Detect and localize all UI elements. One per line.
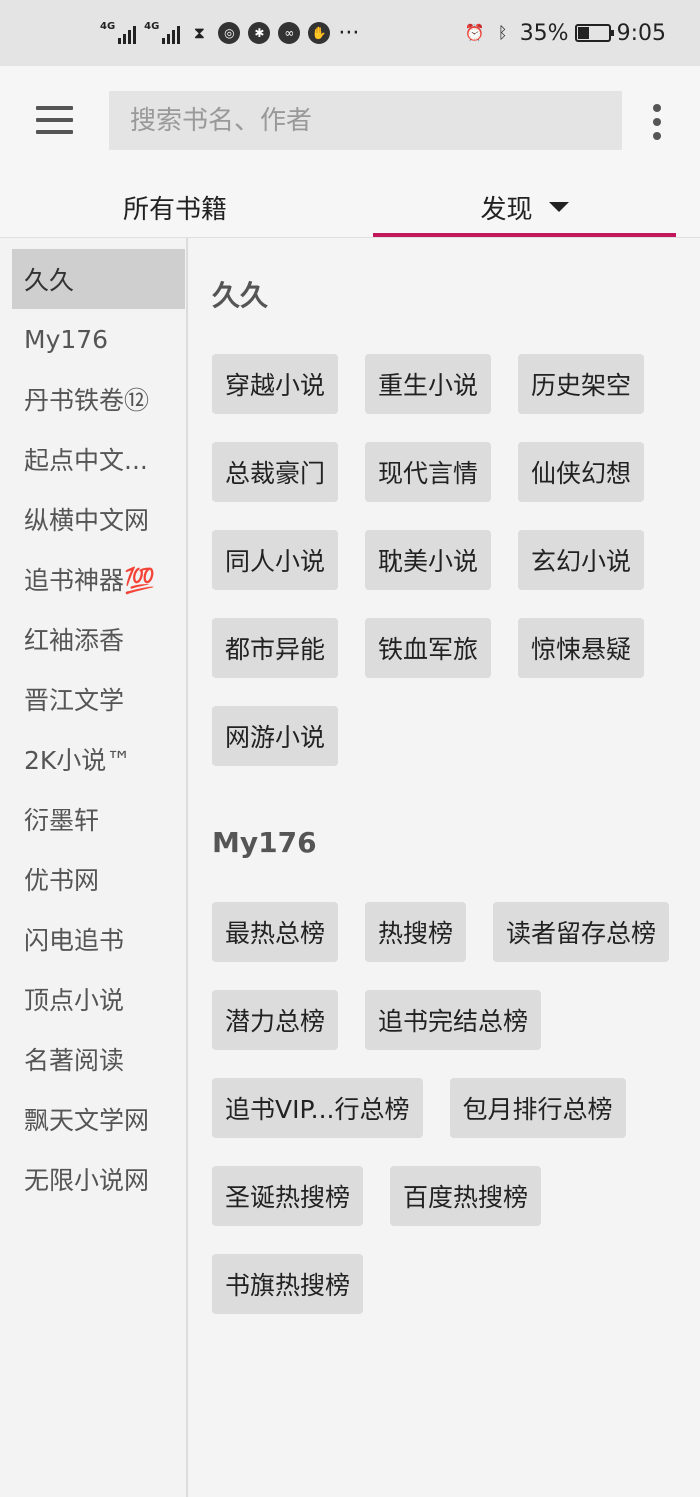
- sidebar-item[interactable]: 丹书铁卷⑫: [0, 369, 186, 429]
- tab-discover-label: 发现: [480, 194, 533, 225]
- category-content: 久久穿越小说 重生小说 历史架空总裁豪门 现代言情 仙侠幻想同人小说 耽美小说 玄幻小说都市…: [190, 238, 700, 1497]
- sidebar-item[interactable]: 红袖添香: [0, 609, 186, 669]
- tab-all-books[interactable]: 所有书籍: [0, 176, 350, 238]
- category-chip[interactable]: 穿越小说: [212, 354, 339, 414]
- sidebar-item[interactable]: 无限小说网: [0, 1149, 186, 1209]
- sidebar-item[interactable]: 优书网: [0, 849, 186, 909]
- status-bar: 4G 4G ⧗ ◎ ✱ ∞ ✋ ··· ⏰ ᛒ 35% 9:05: [0, 0, 700, 66]
- hand-icon: ✋: [308, 22, 331, 44]
- bluetooth-icon: ᛒ: [497, 23, 508, 42]
- category-chip[interactable]: 网游小说: [212, 706, 339, 766]
- category-chip[interactable]: 惊悚悬疑: [518, 618, 645, 678]
- category-chip[interactable]: 圣诞热搜榜: [212, 1166, 364, 1226]
- signal-icon: 4G: [144, 22, 181, 44]
- status-icons-left: 4G 4G ⧗ ◎ ✱ ∞ ✋ ···: [100, 21, 359, 46]
- sidebar-item[interactable]: 晋江文学: [0, 669, 186, 729]
- category-chip[interactable]: 最热总榜: [212, 902, 339, 962]
- category-chip[interactable]: 追书完结总榜: [365, 990, 542, 1050]
- battery-icon: [574, 24, 614, 42]
- category-chip[interactable]: 重生小说: [365, 354, 492, 414]
- chip-group: 穿越小说 重生小说 历史架空总裁豪门 现代言情 仙侠幻想同人小说 耽美小说 玄幻小说都市异能…: [212, 354, 682, 766]
- category-chip[interactable]: 同人小说: [212, 530, 339, 590]
- category-chip[interactable]: 百度热搜榜: [390, 1166, 542, 1226]
- search-input[interactable]: [109, 91, 622, 150]
- notification-icon: ✱: [248, 22, 271, 44]
- status-icons-right: ⏰ ᛒ 35% 9:05: [464, 21, 666, 46]
- browser-icon: ◎: [218, 22, 241, 44]
- toolbar: [0, 66, 700, 176]
- sidebar-item[interactable]: 纵横中文网: [0, 489, 186, 549]
- more-options-icon[interactable]: [650, 104, 664, 140]
- category-chip[interactable]: 热搜榜: [365, 902, 467, 962]
- tab-bar: 所有书籍 发现: [0, 176, 700, 238]
- sidebar-item[interactable]: 追书神器💯: [0, 549, 186, 609]
- category-chip[interactable]: 现代言情: [365, 442, 492, 502]
- tab-all-books-label: 所有书籍: [122, 194, 227, 225]
- dropdown-caret-icon[interactable]: [548, 202, 569, 212]
- sidebar-item[interactable]: 衍墨轩: [0, 789, 186, 849]
- section-title: My176: [212, 825, 317, 859]
- sidebar-item[interactable]: 顶点小说: [0, 969, 186, 1029]
- chip-group: 最热总榜 热搜榜 读者留存总榜潜力总榜 追书完结总榜追书VIP...行总榜 包月排行总榜…: [212, 902, 682, 1314]
- tab-indicator: [373, 233, 676, 237]
- category-chip[interactable]: 都市异能: [212, 618, 339, 678]
- sidebar-item[interactable]: 2K小说™: [0, 729, 186, 789]
- category-chip[interactable]: 历史架空: [518, 354, 645, 414]
- sidebar-item[interactable]: 闪电追书: [0, 909, 186, 969]
- category-chip[interactable]: 读者留存总榜: [493, 902, 670, 962]
- section-title: 久久: [212, 279, 269, 312]
- category-chip[interactable]: 追书VIP...行总榜: [212, 1078, 423, 1138]
- category-chip[interactable]: 包月排行总榜: [449, 1078, 626, 1138]
- battery-percent: 35%: [519, 20, 569, 46]
- sidebar-item[interactable]: 起点中文...: [0, 429, 186, 489]
- category-chip[interactable]: 仙侠幻想: [518, 442, 645, 502]
- category-chip[interactable]: 总裁豪门: [212, 442, 339, 502]
- signal-icon: 4G: [100, 22, 137, 44]
- source-sidebar: 久久 My176 丹书铁卷⑫ 起点中文... 纵横中文网 追书神器💯 红袖添香 晋江文学 2K小…: [0, 238, 188, 1497]
- category-chip[interactable]: 书旗热搜榜: [212, 1254, 364, 1314]
- sidebar-item[interactable]: 名著阅读: [0, 1029, 186, 1089]
- hourglass-icon: ⧗: [193, 23, 205, 42]
- sidebar-item[interactable]: 飘天文学网: [0, 1089, 186, 1149]
- category-chip[interactable]: 玄幻小说: [518, 530, 645, 590]
- category-chip[interactable]: 耽美小说: [365, 530, 492, 590]
- link-icon: ∞: [278, 22, 301, 44]
- clock: 9:05: [616, 20, 666, 46]
- battery-fill: [577, 27, 589, 39]
- menu-icon[interactable]: [36, 106, 73, 134]
- category-chip[interactable]: 铁血军旅: [365, 618, 492, 678]
- tab-discover[interactable]: 发现: [373, 176, 676, 238]
- alarm-icon: ⏰: [464, 23, 485, 42]
- more-notifications-icon: ···: [338, 20, 360, 46]
- category-chip[interactable]: 潜力总榜: [212, 990, 339, 1050]
- sidebar-item[interactable]: My176: [0, 309, 186, 369]
- sidebar-item[interactable]: 久久: [12, 249, 185, 309]
